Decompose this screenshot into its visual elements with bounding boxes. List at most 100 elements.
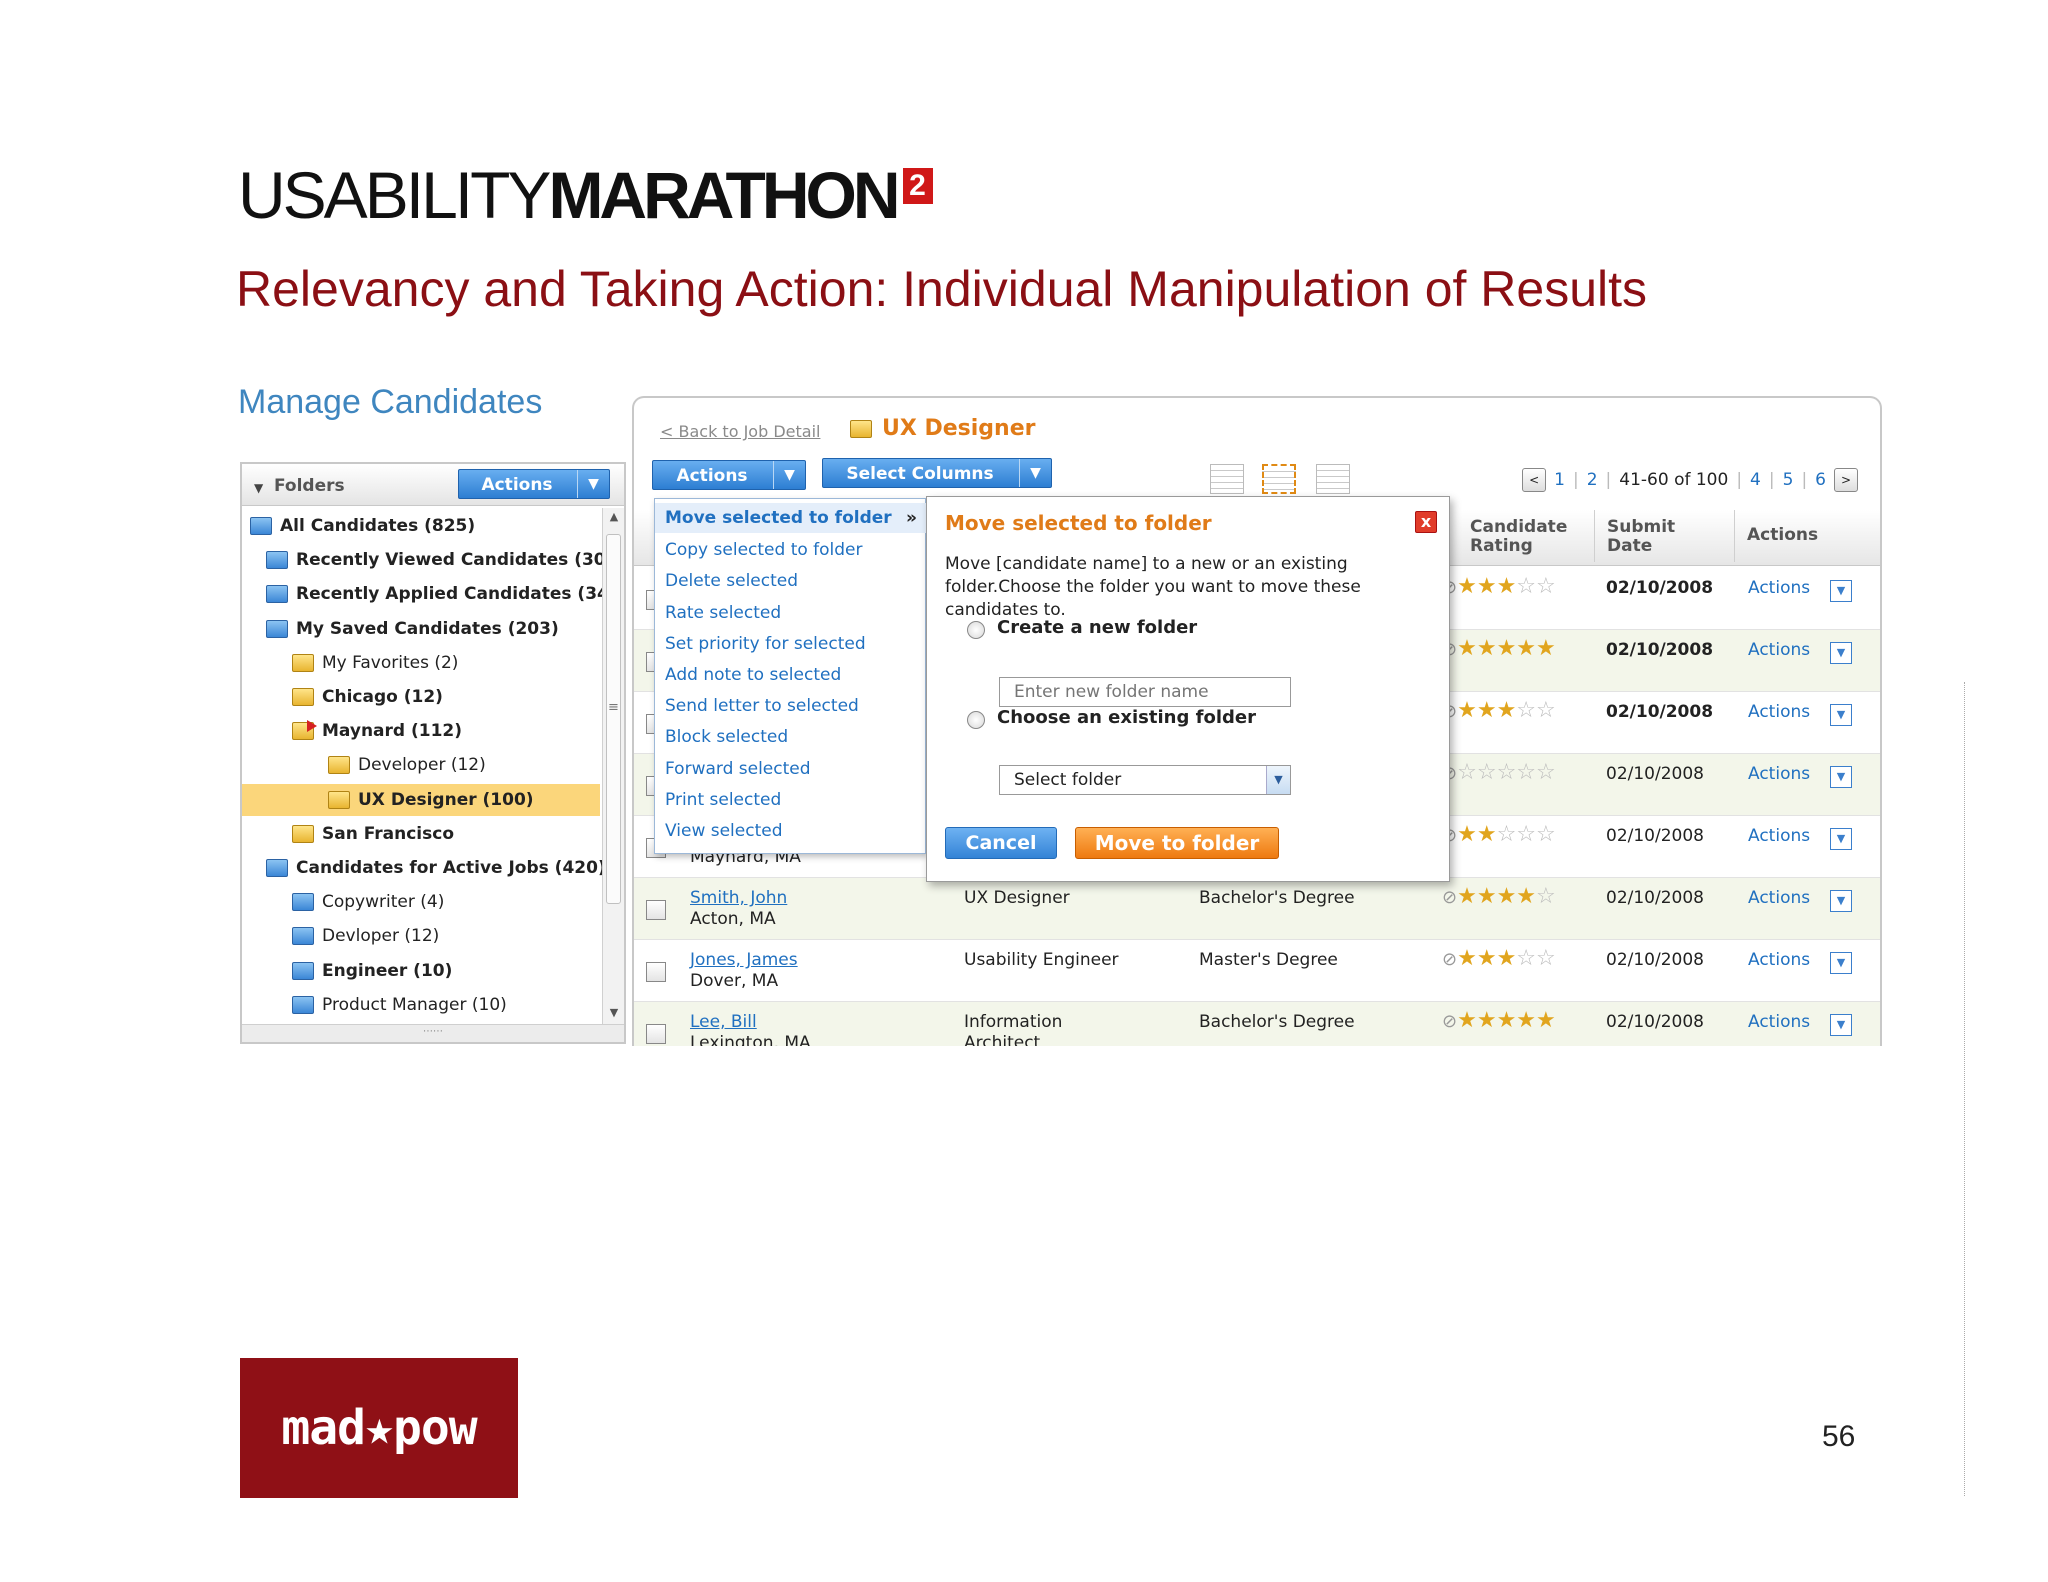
row-actions-link[interactable]: Actions	[1748, 764, 1810, 784]
column-candidate-rating[interactable]: Candidate Rating	[1470, 518, 1567, 556]
star-icon[interactable]: ☆	[1536, 946, 1556, 971]
row-actions-link[interactable]: Actions	[1748, 888, 1810, 908]
chevron-down-icon[interactable]: ▼	[1019, 459, 1051, 487]
folder-item[interactable]: Chicago (12)	[242, 681, 600, 713]
move-to-folder-button[interactable]: Move to folder	[1075, 827, 1279, 859]
close-icon[interactable]: x	[1415, 511, 1437, 533]
star-icon[interactable]: ☆	[1497, 760, 1517, 785]
menu-item[interactable]: View selected	[665, 821, 783, 841]
star-icon[interactable]: ★	[1497, 574, 1517, 599]
chevron-down-icon[interactable]: ▼	[1266, 766, 1290, 794]
star-icon[interactable]: ☆	[1536, 822, 1556, 847]
star-icon[interactable]: ★	[1457, 884, 1477, 909]
menu-item[interactable]: Block selected	[665, 727, 788, 747]
star-icon[interactable]: ★	[1457, 636, 1477, 661]
candidate-name-link[interactable]: Smith, John	[690, 888, 787, 908]
star-rating[interactable]: ⊘★★★☆☆	[1442, 574, 1556, 599]
collapse-triangle-icon[interactable]: ▼	[254, 481, 263, 495]
star-icon[interactable]: ☆	[1516, 946, 1536, 971]
star-icon[interactable]: ★	[1457, 946, 1477, 971]
menu-item[interactable]: Rate selected	[665, 603, 781, 623]
row-actions-link[interactable]: Actions	[1748, 950, 1810, 970]
no-rating-icon[interactable]: ⊘	[1442, 1011, 1457, 1032]
page-link-4[interactable]: 4	[1750, 470, 1761, 490]
new-folder-name-input[interactable]	[999, 677, 1291, 707]
column-submit-date[interactable]: Submit Date	[1594, 510, 1675, 562]
row-actions-link[interactable]: Actions	[1748, 1012, 1810, 1032]
star-icon[interactable]: ★	[1477, 1008, 1497, 1033]
row-checkbox[interactable]	[646, 900, 666, 920]
star-icon[interactable]: ☆	[1457, 760, 1477, 785]
folder-item[interactable]: UX Designer (100)	[242, 783, 600, 816]
star-icon[interactable]: ★	[1497, 946, 1517, 971]
star-icon[interactable]: ★	[1457, 574, 1477, 599]
star-icon[interactable]: ★	[1457, 822, 1477, 847]
star-icon[interactable]: ☆	[1516, 574, 1536, 599]
row-checkbox[interactable]	[646, 1024, 666, 1044]
page-link-6[interactable]: 6	[1815, 470, 1826, 490]
star-icon[interactable]: ★	[1516, 1008, 1536, 1033]
chevron-down-icon[interactable]: ▼	[1830, 580, 1852, 602]
star-icon[interactable]: ★	[1457, 1008, 1477, 1033]
resize-grip-icon[interactable]: ⋯⋯	[242, 1024, 624, 1042]
folders-scrollbar[interactable]: ▲ ▼	[602, 508, 624, 1028]
star-icon[interactable]: ★	[1516, 636, 1536, 661]
folder-item[interactable]: Recently Applied Candidates (34)	[242, 578, 617, 610]
star-icon[interactable]: ☆	[1516, 760, 1536, 785]
page-link-5[interactable]: 5	[1783, 470, 1794, 490]
grid-view-icon[interactable]	[1316, 464, 1350, 494]
scroll-up-icon[interactable]: ▲	[603, 510, 625, 530]
candidate-name-link[interactable]: Jones, James	[690, 950, 798, 970]
chevron-down-icon[interactable]: ▼	[1830, 704, 1852, 726]
star-icon[interactable]: ☆	[1536, 760, 1556, 785]
star-icon[interactable]: ☆	[1536, 698, 1556, 723]
star-icon[interactable]: ★	[1477, 698, 1497, 723]
select-columns-button[interactable]: Select Columns ▼	[822, 458, 1052, 488]
star-icon[interactable]: ★	[1477, 822, 1497, 847]
star-icon[interactable]: ☆	[1497, 822, 1517, 847]
star-rating[interactable]: ⊘★★★☆☆	[1442, 946, 1556, 971]
chevron-down-icon[interactable]: ▼	[1830, 890, 1852, 912]
folder-item[interactable]: My Saved Candidates (203)	[242, 613, 600, 645]
scroll-down-icon[interactable]: ▼	[603, 1006, 625, 1026]
chevron-down-icon[interactable]: ▼	[1830, 766, 1852, 788]
folder-item[interactable]: San Francisco	[242, 818, 600, 850]
star-icon[interactable]: ★	[1477, 636, 1497, 661]
star-icon[interactable]: ★	[1497, 884, 1517, 909]
star-rating[interactable]: ⊘★★★★★	[1442, 1008, 1556, 1033]
row-checkbox[interactable]	[646, 962, 666, 982]
star-rating[interactable]: ⊘★★★★☆	[1442, 884, 1556, 909]
menu-item[interactable]: Forward selected	[665, 759, 811, 779]
results-actions-button[interactable]: Actions ▼	[652, 460, 806, 490]
menu-item[interactable]: Set priority for selected	[665, 634, 866, 654]
star-rating[interactable]: ⊘☆☆☆☆☆	[1442, 760, 1556, 785]
menu-item[interactable]: Add note to selected	[665, 665, 841, 685]
chevron-down-icon[interactable]: ▼	[1830, 1014, 1852, 1036]
folder-item[interactable]: Maynard (112)	[242, 715, 600, 747]
chevron-down-icon[interactable]: ▼	[577, 470, 609, 498]
no-rating-icon[interactable]: ⊘	[1442, 887, 1457, 908]
star-icon[interactable]: ★	[1477, 884, 1497, 909]
row-actions-link[interactable]: Actions	[1748, 640, 1810, 660]
star-icon[interactable]: ☆	[1516, 822, 1536, 847]
page-link-1[interactable]: 1	[1554, 470, 1565, 490]
candidate-name-link[interactable]: Lee, Bill	[690, 1012, 757, 1032]
star-icon[interactable]: ★	[1516, 884, 1536, 909]
folders-actions-button[interactable]: Actions ▼	[458, 469, 610, 499]
star-icon[interactable]: ★	[1457, 698, 1477, 723]
menu-item[interactable]: Print selected	[665, 790, 781, 810]
folder-item[interactable]: My Favorites (2)	[242, 647, 600, 679]
folder-item[interactable]: All Candidates (825)	[242, 510, 600, 542]
folder-item[interactable]: Developer (12)	[242, 749, 600, 781]
list-view-icon[interactable]	[1210, 464, 1244, 494]
choose-existing-folder-radio[interactable]	[967, 711, 985, 729]
menu-item[interactable]: Copy selected to folder	[665, 540, 863, 560]
star-icon[interactable]: ★	[1497, 698, 1517, 723]
menu-item[interactable]: Delete selected	[665, 571, 798, 591]
star-icon[interactable]: ☆	[1516, 698, 1536, 723]
chevron-down-icon[interactable]: ▼	[1830, 952, 1852, 974]
row-actions-link[interactable]: Actions	[1748, 826, 1810, 846]
row-actions-link[interactable]: Actions	[1748, 702, 1810, 722]
row-actions-link[interactable]: Actions	[1748, 578, 1810, 598]
star-icon[interactable]: ☆	[1536, 884, 1556, 909]
